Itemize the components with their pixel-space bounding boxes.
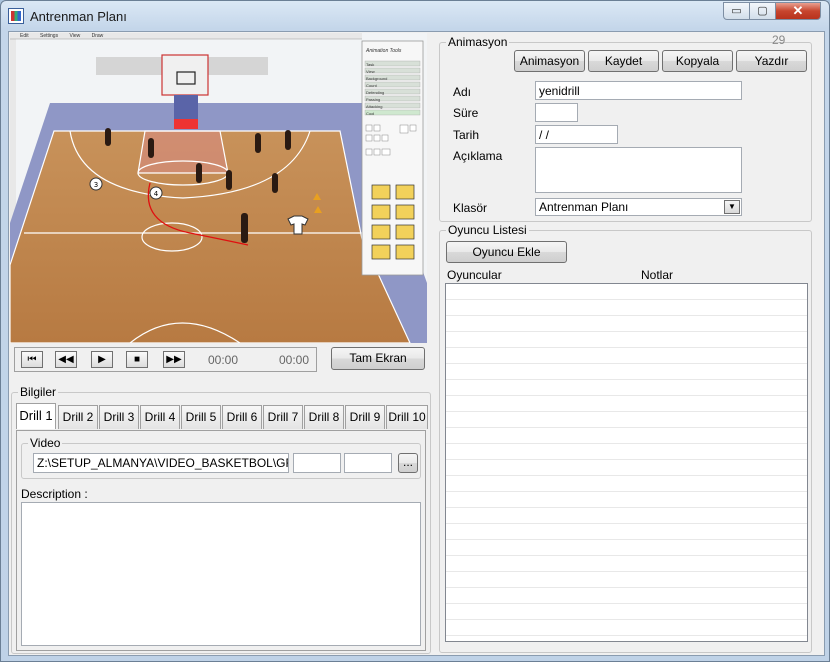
drill-tabs: Drill 1 Drill 2 Drill 3 Drill 4 Drill 5 …	[16, 403, 428, 431]
window-title: Antrenman Planı	[30, 9, 127, 24]
animation-counter: 29	[772, 33, 786, 47]
tab-drill-5[interactable]: Drill 5	[181, 405, 221, 429]
date-field[interactable]: / /	[535, 125, 618, 144]
folder-combobox-value: Antrenman Planı	[539, 200, 629, 214]
video-start-field[interactable]	[293, 453, 341, 473]
rewind-icon[interactable]: ◀◀	[55, 351, 77, 368]
close-button[interactable]: ✕	[775, 2, 821, 20]
tab-drill-10[interactable]: Drill 10	[386, 405, 428, 429]
video-group-label: Video	[28, 436, 63, 450]
tab-drill-1[interactable]: Drill 1	[16, 403, 56, 429]
tab-drill-2[interactable]: Drill 2	[58, 405, 98, 429]
tab-drill-7[interactable]: Drill 7	[263, 405, 303, 429]
video-end-field[interactable]	[344, 453, 392, 473]
name-field[interactable]: yenidrill	[535, 81, 742, 100]
fast-forward-icon[interactable]: ▶▶	[163, 351, 185, 368]
save-button[interactable]: Kaydet	[588, 50, 659, 72]
court-illustration: 3 4	[10, 33, 427, 343]
description-textarea[interactable]	[21, 502, 421, 646]
tool-item[interactable]: View	[366, 68, 387, 75]
tab-drill-3[interactable]: Drill 3	[99, 405, 139, 429]
stop-icon[interactable]: ■	[126, 351, 148, 368]
tool-item[interactable]: Task	[366, 61, 387, 68]
app-icon	[8, 8, 24, 24]
chevron-down-icon[interactable]: ▼	[724, 200, 740, 214]
time-total: 00:00	[279, 353, 310, 367]
description-label: Açıklama	[453, 149, 503, 163]
playback-bar: ⏮ ◀◀ ▶ ■ ▶▶ 00:00 00:00	[14, 347, 317, 372]
skip-start-icon[interactable]: ⏮	[21, 351, 43, 368]
maximize-button[interactable]: ▢	[749, 2, 776, 20]
video-path-field[interactable]: Z:\SETUP_ALMANYA\VIDEO_BASKETBOL\GRECEE	[33, 453, 289, 473]
tab-drill-9[interactable]: Drill 9	[345, 405, 385, 429]
column-header-players[interactable]: Oyuncular	[447, 268, 502, 282]
court-menu: Edit Settings View Draw	[20, 33, 103, 39]
court-view[interactable]: 3 4 Edit Settings View Draw Animation To…	[10, 33, 427, 343]
court-menu-settings[interactable]: Settings	[40, 33, 58, 39]
print-button[interactable]: Yazdır	[736, 50, 807, 72]
tab-drill-8[interactable]: Drill 8	[304, 405, 344, 429]
animation-button[interactable]: Animasyon	[514, 50, 585, 72]
folder-label: Klasör	[453, 201, 488, 215]
animation-description-field[interactable]	[535, 147, 742, 193]
client-area: 3 4 Edit Settings View Draw Animation To…	[8, 31, 825, 656]
player-marker-label: 3	[94, 181, 98, 189]
player-marker-label: 4	[154, 190, 159, 198]
player-grid[interactable]	[445, 283, 808, 642]
tab-drill-4[interactable]: Drill 4	[140, 405, 180, 429]
browse-button[interactable]: ...	[398, 453, 418, 473]
tool-item[interactable]: Cool	[366, 110, 387, 117]
copy-button[interactable]: Kopyala	[662, 50, 733, 72]
date-label: Tarih	[453, 128, 480, 142]
description-label: Description :	[21, 487, 88, 501]
animation-tools-title: Animation Tools	[366, 48, 402, 54]
player-list-group-label: Oyuncu Listesi	[446, 223, 529, 237]
tab-drill-6[interactable]: Drill 6	[222, 405, 262, 429]
drill-tab-panel: Video Z:\SETUP_ALMANYA\VIDEO_BASKETBOL\G…	[16, 430, 426, 651]
tool-item[interactable]: Defending	[366, 89, 387, 96]
add-player-button[interactable]: Oyuncu Ekle	[446, 241, 567, 263]
tool-item[interactable]: Attacking	[366, 103, 387, 110]
title-bar[interactable]: Antrenman Planı ▭ ▢ ✕	[1, 1, 829, 31]
player-grid-header: Oyuncular Notlar	[445, 265, 808, 283]
duration-field[interactable]	[535, 103, 578, 122]
court-menu-draw[interactable]: Draw	[92, 33, 104, 39]
play-icon[interactable]: ▶	[91, 351, 113, 368]
column-header-notes[interactable]: Notlar	[641, 268, 673, 282]
app-window: Antrenman Planı ▭ ▢ ✕ 3 4 Edit Settings …	[0, 0, 830, 662]
animation-group-label: Animasyon	[446, 35, 510, 49]
tool-item[interactable]: Passing	[366, 96, 387, 103]
minimize-button[interactable]: ▭	[723, 2, 750, 20]
court-menu-edit[interactable]: Edit	[20, 33, 29, 39]
animation-tools-list: Task View Background Count Defending Pas…	[366, 61, 387, 117]
folder-combobox[interactable]: Antrenman Planı ▼	[535, 198, 742, 216]
tool-item[interactable]: Background	[366, 75, 387, 82]
time-current: 00:00	[208, 353, 239, 367]
tool-item[interactable]: Count	[366, 82, 387, 89]
name-label: Adı	[453, 85, 472, 99]
info-group-label: Bilgiler	[18, 385, 59, 399]
court-menu-view[interactable]: View	[69, 33, 80, 39]
duration-label: Süre	[453, 106, 479, 120]
fullscreen-button[interactable]: Tam Ekran	[331, 347, 425, 370]
